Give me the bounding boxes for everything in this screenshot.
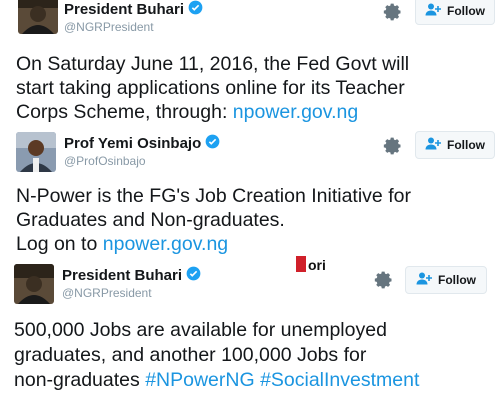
follow-label: Follow [447,4,485,18]
display-name[interactable]: President Buhari [62,267,182,284]
user-name[interactable]: President Buhari [62,266,201,285]
tweet-1: President Buhari @NGRPresident Follow On… [0,0,500,130]
tweet-text: 500,000 Jobs are available for unemploye… [14,318,419,393]
display-name[interactable]: President Buhari [64,1,184,18]
tweet-line: graduates, and another 100,000 Jobs for [14,344,367,366]
tweet-line: non-graduates #NPowerNG #SocialInvestmen… [14,368,419,393]
avatar[interactable] [16,132,56,172]
tweet-line: N-Power is the FG's Job Creation Initiat… [16,185,411,207]
follow-label: Follow [447,138,485,152]
verified-badge-icon [186,266,201,285]
follow-person-icon [416,272,432,288]
follow-label: Follow [438,273,476,287]
tweet-3: President Buhari @NGRPresident Follow 50… [0,262,500,400]
hashtag-link[interactable]: #NPowerNG [145,369,254,391]
user-handle[interactable]: @NGRPresident [64,20,154,34]
tweet-line: Log on to npower.gov.ng [16,232,411,256]
user-name[interactable]: Prof Yemi Osinbajo [64,134,220,153]
user-handle[interactable]: @NGRPresident [62,286,152,300]
tweet-text: On Saturday June 11, 2016, the Fed Govt … [16,52,409,124]
follow-button[interactable]: Follow [405,266,487,294]
avatar[interactable] [18,0,58,34]
user-name[interactable]: President Buhari [64,0,203,19]
tweet-line-text: Log on to [16,233,103,255]
user-handle[interactable]: @ProfOsinbajo [64,154,146,168]
tweet-2: Prof Yemi Osinbajo @ProfOsinbajo Follow … [0,130,500,262]
tweet-line: start taking applications online for its… [16,77,405,99]
follow-person-icon [425,137,441,153]
tweet-line-text: non-graduates [14,369,146,391]
avatar[interactable] [14,264,54,304]
follow-button[interactable]: Follow [415,0,495,25]
tweet-line: On Saturday June 11, 2016, the Fed Govt … [16,53,410,75]
tweet-link[interactable]: npower.gov.ng [233,101,358,123]
tweet-text: N-Power is the FG's Job Creation Initiat… [16,184,411,256]
tweet-line: Graduates and Non-graduates. [16,209,285,231]
hashtag-link[interactable]: #SocialInvestment [260,369,419,391]
tweet-link[interactable]: npower.gov.ng [103,233,228,255]
gear-icon[interactable] [374,270,394,290]
gear-icon[interactable] [383,2,403,22]
gear-icon[interactable] [383,136,403,156]
tweet-line-text: Corps Scheme, through: [16,101,233,123]
tweet-line: Corps Scheme, through: npower.gov.ng [16,100,409,124]
follow-person-icon [425,3,441,19]
display-name[interactable]: Prof Yemi Osinbajo [64,135,201,152]
follow-button[interactable]: Follow [415,131,495,159]
tweet-line: 500,000 Jobs are available for unemploye… [14,319,387,341]
verified-badge-icon [205,134,220,153]
verified-badge-icon [188,0,203,19]
